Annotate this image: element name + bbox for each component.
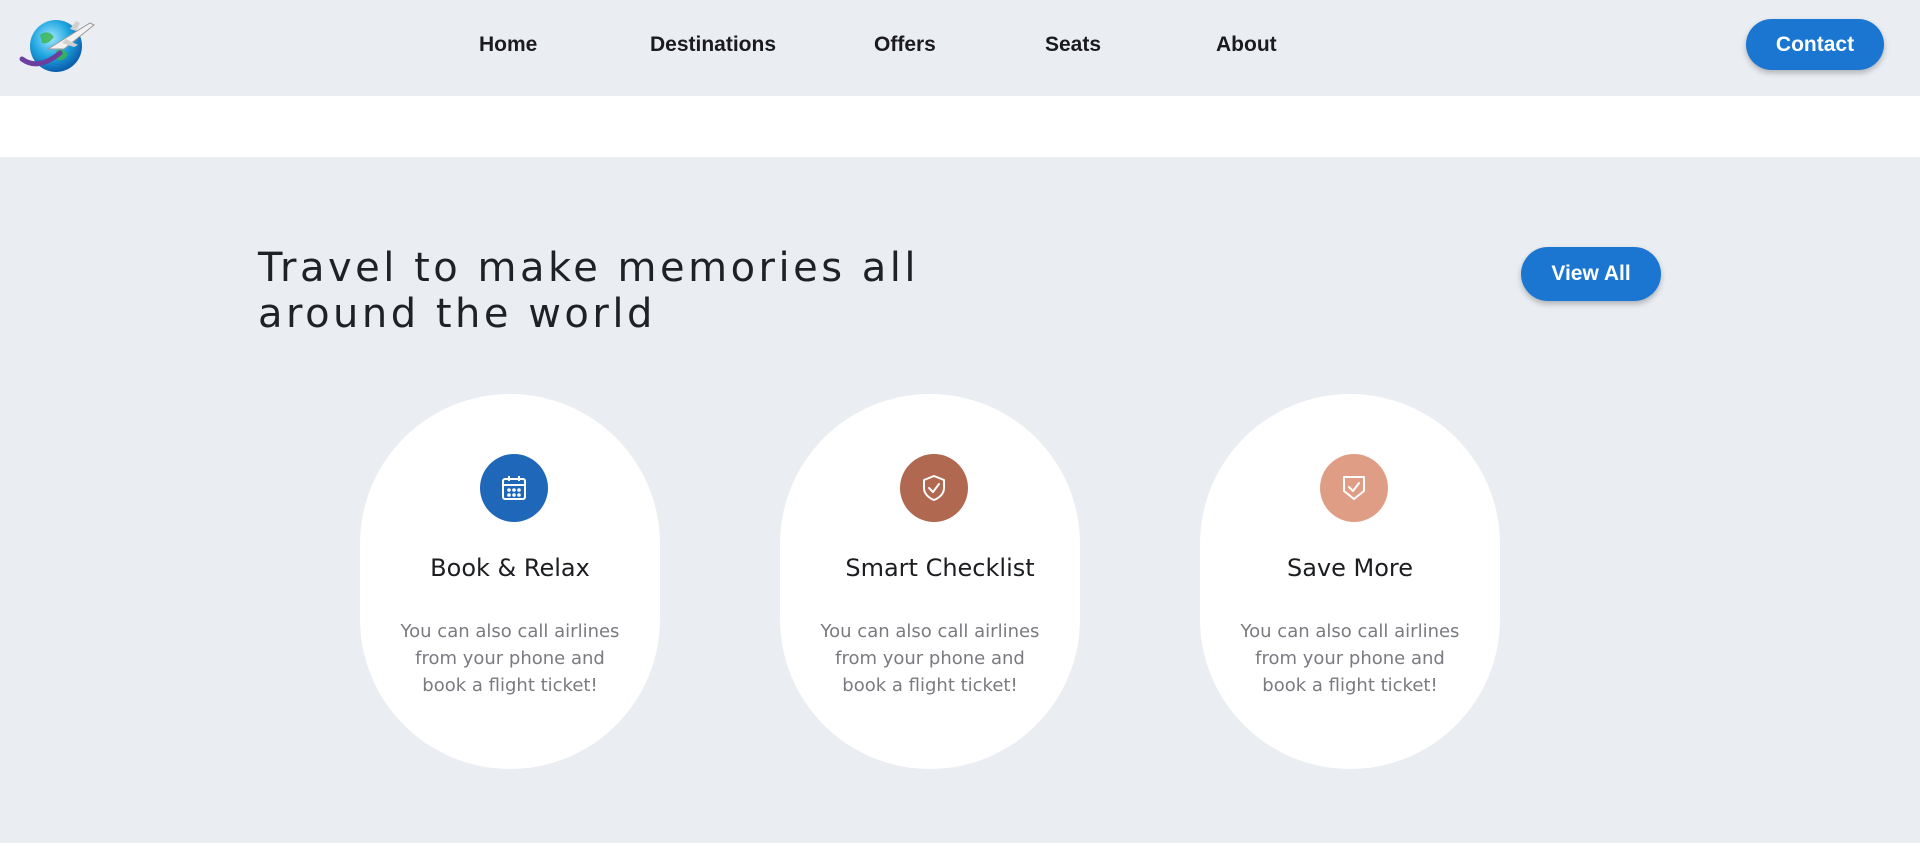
feature-card-smart-checklist: Smart Checklist You can also call airlin… (780, 394, 1080, 769)
card-title: Smart Checklist (845, 554, 1035, 582)
globe-airplane-logo[interactable] (18, 15, 98, 75)
nav-about-link[interactable]: About (1216, 30, 1277, 60)
nav-seats-link[interactable]: Seats (1045, 30, 1101, 60)
card-title: Book & Relax (430, 554, 590, 582)
contact-button[interactable]: Contact (1746, 19, 1884, 70)
headline-line-2: around the world (258, 291, 656, 337)
card-description: You can also call airlines from your pho… (400, 621, 620, 696)
shield-check-icon (1320, 454, 1388, 522)
view-all-button[interactable]: View All (1521, 247, 1661, 301)
features-section: Travel to make memories all around the w… (0, 157, 1920, 843)
headline-line-1: Travel to make memories all (258, 245, 920, 291)
shield-check-icon (900, 454, 968, 522)
feature-card-book-relax: Book & Relax You can also call airlines … (360, 394, 660, 769)
calendar-icon (480, 454, 548, 522)
navbar: Home Destinations Offers Seats About Con… (0, 0, 1920, 96)
nav-destinations-link[interactable]: Destinations (650, 30, 776, 60)
card-description: You can also call airlines from your pho… (1240, 621, 1460, 696)
nav-home-link[interactable]: Home (479, 30, 537, 60)
section-headline: Travel to make memories all around the w… (258, 245, 1018, 337)
card-description: You can also call airlines from your pho… (820, 621, 1040, 696)
card-title: Save More (1286, 554, 1414, 582)
feature-card-save-more: Save More You can also call airlines fro… (1200, 394, 1500, 769)
nav-offers-link[interactable]: Offers (874, 30, 936, 60)
